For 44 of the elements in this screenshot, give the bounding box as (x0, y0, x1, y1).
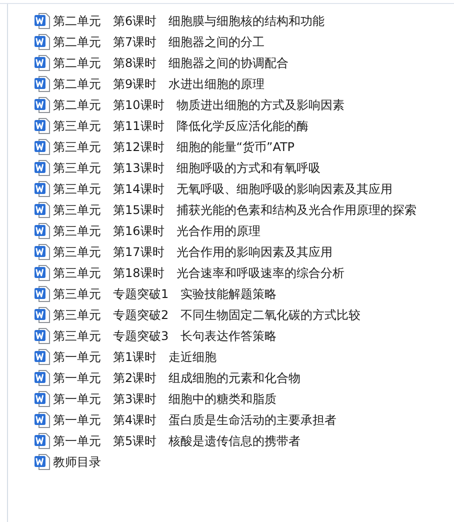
word-document-icon (34, 200, 51, 218)
word-document-icon (34, 96, 51, 114)
file-name[interactable]: 第三单元 第14课时 无氧呼吸、细胞呼吸的影响因素及其应用 (53, 182, 392, 194)
word-document-icon (34, 326, 51, 344)
file-name[interactable]: 第一单元 第4课时 蛋白质是生命活动的主要承担者 (53, 414, 337, 426)
file-name[interactable]: 教师目录 (53, 456, 101, 468)
file-name[interactable]: 第三单元 第16课时 光合作用的原理 (53, 224, 260, 236)
file-name[interactable]: 第二单元 第8课时 细胞器之间的协调配合 (53, 56, 289, 68)
word-document-icon (34, 410, 51, 428)
word-document-icon (34, 158, 51, 176)
file-name[interactable]: 第三单元 第17课时 光合作用的影响因素及其应用 (53, 246, 332, 258)
word-document-icon (34, 390, 51, 408)
word-document-icon (34, 368, 51, 386)
file-name[interactable]: 第三单元 第15课时 捕获光能的色素和结构及光合作用原理的探索 (53, 204, 416, 216)
file-name[interactable]: 第三单元 专题突破1 实验技能解题策略 (53, 288, 277, 300)
file-name[interactable]: 第二单元 第9课时 水进出细胞的原理 (53, 78, 265, 90)
file-name[interactable]: 第三单元 第11课时 降低化学反应活化能的酶 (53, 120, 308, 132)
file-name[interactable]: 第三单元 第13课时 细胞呼吸的方式和有氧呼吸 (53, 162, 320, 174)
file-name[interactable]: 第三单元 专题突破2 不同生物固定二氧化碳的方式比较 (53, 308, 361, 320)
file-name[interactable]: 第三单元 专题突破3 长句表达作答策略 (53, 330, 277, 342)
word-document-icon (34, 74, 51, 92)
word-document-icon (34, 54, 51, 72)
file-name[interactable]: 第二单元 第6课时 细胞膜与细胞核的结构和功能 (53, 14, 325, 26)
word-document-icon (34, 452, 51, 470)
word-document-icon (34, 222, 51, 240)
word-document-icon (34, 264, 51, 282)
word-document-icon (34, 432, 51, 450)
word-document-icon (34, 180, 51, 198)
word-document-icon (34, 138, 51, 156)
file-name[interactable]: 第二单元 第10课时 物质进出细胞的方式及影响因素 (53, 98, 344, 110)
file-name[interactable]: 第二单元 第7课时 细胞器之间的分工 (53, 36, 265, 48)
word-document-icon (34, 348, 51, 366)
word-document-icon (34, 284, 51, 302)
word-document-icon (34, 242, 51, 260)
file-name[interactable]: 第一单元 第5课时 核酸是遗传信息的携带者 (53, 434, 301, 446)
file-name[interactable]: 第三单元 第18课时 光合速率和呼吸速率的综合分析 (53, 266, 344, 278)
word-document-icon (34, 32, 51, 50)
word-document-icon (34, 116, 51, 134)
word-document-icon (34, 12, 51, 30)
file-name[interactable]: 第三单元 第12课时 细胞的能量“货币”ATP (53, 140, 295, 152)
file-name[interactable]: 第一单元 第2课时 组成细胞的元素和化合物 (53, 372, 301, 384)
file-name[interactable]: 第一单元 第3课时 细胞中的糖类和脂质 (53, 392, 277, 404)
word-document-icon (34, 306, 51, 324)
file-name[interactable]: 第一单元 第1课时 走近细胞 (53, 350, 217, 362)
